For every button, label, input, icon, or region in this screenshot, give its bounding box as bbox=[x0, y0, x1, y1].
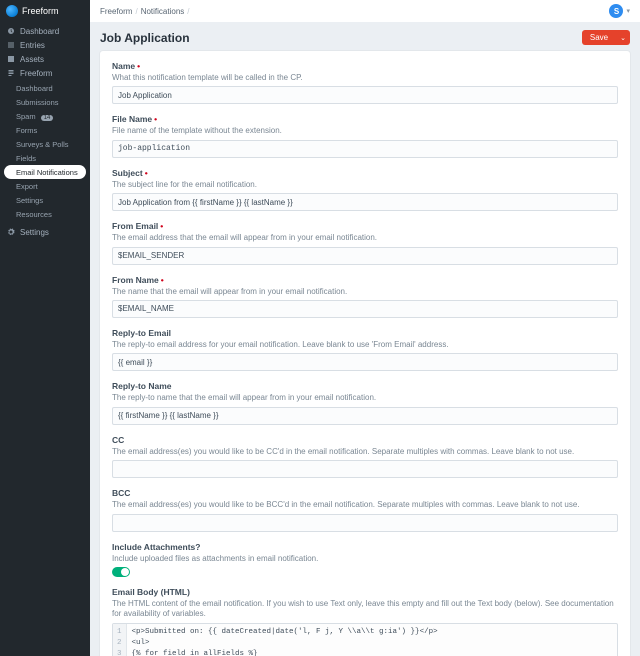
subnav-submissions[interactable]: Submissions bbox=[0, 95, 90, 109]
label-from-email: From Email• bbox=[112, 221, 618, 231]
gear-icon bbox=[7, 228, 15, 236]
label-file-name: File Name• bbox=[112, 114, 618, 124]
brand-label: Freeform bbox=[22, 6, 59, 16]
code-gutter: 1234567 bbox=[113, 624, 127, 656]
freeform-subnav: Dashboard Submissions Spam 14 Forms Surv… bbox=[0, 80, 90, 225]
subnav-surveys[interactable]: Surveys & Polls bbox=[0, 137, 90, 151]
input-cc[interactable] bbox=[112, 460, 618, 478]
field-email-body: Email Body (HTML) The HTML content of th… bbox=[112, 587, 618, 656]
input-from-name[interactable] bbox=[112, 300, 618, 318]
subnav-export[interactable]: Export bbox=[0, 179, 90, 193]
field-subject: Subject• The subject line for the email … bbox=[112, 168, 618, 211]
help-attachments: Include uploaded files as attachments in… bbox=[112, 554, 618, 564]
label-attachments: Include Attachments? bbox=[112, 542, 618, 552]
help-bcc: The email address(es) you would like to … bbox=[112, 500, 618, 510]
content-header: Job Application Save ⌄ bbox=[100, 30, 630, 45]
input-name[interactable] bbox=[112, 86, 618, 104]
nav-label: Assets bbox=[20, 55, 44, 64]
help-from-email: The email address that the email will ap… bbox=[112, 233, 618, 243]
nav-entries[interactable]: Entries bbox=[0, 38, 90, 52]
list-icon bbox=[7, 41, 15, 49]
content: Job Application Save ⌄ Name• What this n… bbox=[90, 22, 640, 656]
help-from-name: The name that the email will appear from… bbox=[112, 287, 618, 297]
input-reply-name[interactable] bbox=[112, 407, 618, 425]
save-button[interactable]: Save bbox=[582, 30, 616, 45]
account-avatar[interactable]: S bbox=[609, 4, 623, 18]
subnav-dashboard[interactable]: Dashboard bbox=[0, 81, 90, 95]
brand[interactable]: Freeform bbox=[0, 0, 90, 22]
input-bcc[interactable] bbox=[112, 514, 618, 532]
subnav-forms[interactable]: Forms bbox=[0, 123, 90, 137]
nav-label: Freeform bbox=[20, 69, 52, 78]
help-email-body: The HTML content of the email notificati… bbox=[112, 599, 618, 620]
save-dropdown-button[interactable]: ⌄ bbox=[616, 30, 630, 45]
field-name: Name• What this notification template wi… bbox=[112, 61, 618, 104]
help-subject: The subject line for the email notificat… bbox=[112, 180, 618, 190]
subnav-email-notifications[interactable]: Email Notifications bbox=[4, 165, 86, 179]
field-from-email: From Email• The email address that the e… bbox=[112, 221, 618, 264]
field-file-name: File Name• File name of the template wit… bbox=[112, 114, 618, 157]
label-email-body: Email Body (HTML) bbox=[112, 587, 618, 597]
sidebar: Freeform Dashboard Entries Assets Freefo… bbox=[0, 0, 90, 656]
subnav-resources[interactable]: Resources bbox=[0, 207, 90, 221]
form-panel: Name• What this notification template wi… bbox=[100, 51, 630, 656]
field-cc: CC The email address(es) you would like … bbox=[112, 435, 618, 478]
page-title: Job Application bbox=[100, 31, 190, 45]
spam-count-badge: 14 bbox=[41, 115, 54, 121]
help-file-name: File name of the template without the ex… bbox=[112, 126, 618, 136]
nav-freeform[interactable]: Freeform bbox=[0, 66, 90, 80]
form-icon bbox=[7, 69, 15, 77]
field-reply-name: Reply-to Name The reply-to name that the… bbox=[112, 381, 618, 424]
field-from-name: From Name• The name that the email will … bbox=[112, 275, 618, 318]
chevron-down-icon[interactable]: ▾ bbox=[626, 7, 630, 15]
breadcrumb-freeform[interactable]: Freeform bbox=[100, 7, 132, 16]
input-subject[interactable] bbox=[112, 193, 618, 211]
input-file-name[interactable] bbox=[112, 140, 618, 158]
label-reply-name: Reply-to Name bbox=[112, 381, 618, 391]
breadcrumb-sep: / bbox=[135, 7, 137, 16]
label-reply-email: Reply-to Email bbox=[112, 328, 618, 338]
subnav-settings[interactable]: Settings bbox=[0, 193, 90, 207]
help-name: What this notification template will be … bbox=[112, 73, 618, 83]
help-reply-name: The reply-to name that the email will ap… bbox=[112, 393, 618, 403]
toggle-attachments[interactable] bbox=[112, 567, 130, 577]
topbar: Freeform / Notifications / S ▾ bbox=[90, 0, 640, 22]
breadcrumb-notifications[interactable]: Notifications bbox=[141, 7, 185, 16]
field-reply-email: Reply-to Email The reply-to email addres… bbox=[112, 328, 618, 371]
input-from-email[interactable] bbox=[112, 247, 618, 265]
main: Freeform / Notifications / S ▾ Job Appli… bbox=[90, 0, 640, 656]
subnav-fields[interactable]: Fields bbox=[0, 151, 90, 165]
breadcrumb-sep: / bbox=[187, 7, 189, 16]
image-icon bbox=[7, 55, 15, 63]
label-from-name: From Name• bbox=[112, 275, 618, 285]
subnav-spam[interactable]: Spam 14 bbox=[0, 109, 90, 123]
nav-label: Dashboard bbox=[20, 27, 59, 36]
field-bcc: BCC The email address(es) you would like… bbox=[112, 488, 618, 531]
code-editor[interactable]: 1234567 <p>Submitted on: {{ dateCreated|… bbox=[112, 623, 618, 656]
help-reply-email: The reply-to email address for your emai… bbox=[112, 340, 618, 350]
nav-label: Entries bbox=[20, 41, 45, 50]
brand-icon bbox=[6, 5, 18, 17]
input-reply-email[interactable] bbox=[112, 353, 618, 371]
nav-label: Settings bbox=[20, 228, 49, 237]
field-attachments: Include Attachments? Include uploaded fi… bbox=[112, 542, 618, 577]
label-subject: Subject• bbox=[112, 168, 618, 178]
help-cc: The email address(es) you would like to … bbox=[112, 447, 618, 457]
label-bcc: BCC bbox=[112, 488, 618, 498]
label-name: Name• bbox=[112, 61, 618, 71]
subnav-spam-label: Spam bbox=[16, 112, 36, 121]
code-lines[interactable]: <p>Submitted on: {{ dateCreated|date('l,… bbox=[127, 624, 617, 656]
nav-dashboard[interactable]: Dashboard bbox=[0, 24, 90, 38]
nav-settings[interactable]: Settings bbox=[0, 225, 90, 239]
gauge-icon bbox=[7, 27, 15, 35]
nav-assets[interactable]: Assets bbox=[0, 52, 90, 66]
main-nav: Dashboard Entries Assets Freeform Dashbo… bbox=[0, 22, 90, 241]
label-cc: CC bbox=[112, 435, 618, 445]
